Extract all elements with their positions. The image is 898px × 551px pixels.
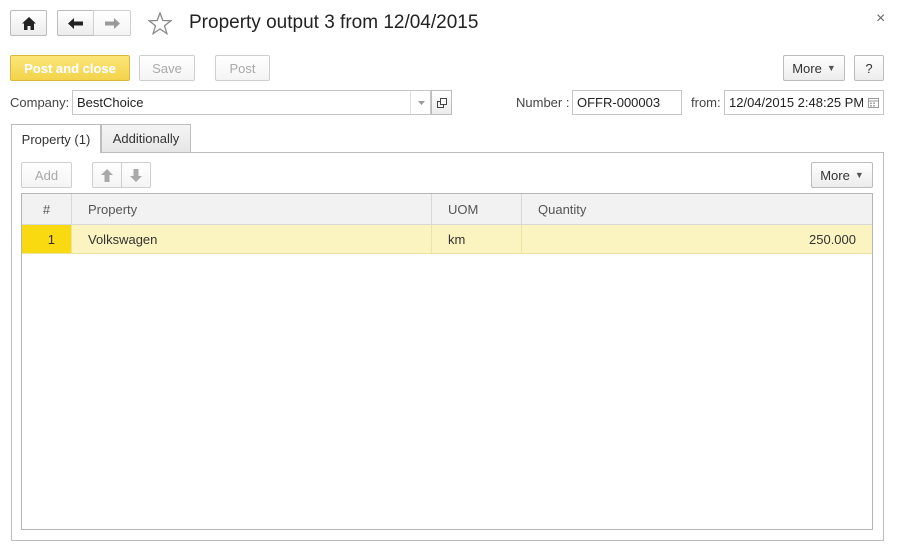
quantity-value: 250.000 [809,231,856,247]
post-and-close-label: Post and close [24,60,116,76]
post-and-close-button[interactable]: Post and close [10,55,130,81]
company-value: BestChoice [77,95,144,110]
table-row[interactable]: 1 Volkswagen km 250.000 [22,225,872,254]
uom-value: km [448,231,466,247]
arrow-up-icon [101,168,113,182]
date-value: 12/04/2015 2:48:25 PM [729,95,864,110]
column-header-uom[interactable]: UOM [432,194,522,225]
number-field[interactable]: OFFR-000003 [572,90,682,115]
property-value: Volkswagen [88,231,158,247]
page-title: Property output 3 from 12/04/2015 [189,12,479,33]
column-header-property-label: Property [88,202,138,217]
chevron-down-icon: ▼ [826,63,836,73]
table-more-label: More [820,167,850,183]
column-header-property[interactable]: Property [72,194,432,225]
add-label: Add [34,167,59,183]
from-label: from: [691,95,721,110]
favorite-star-icon[interactable] [147,11,173,38]
save-button[interactable]: Save [139,55,195,81]
move-down-button[interactable] [121,162,151,188]
arrow-right-icon [104,17,120,29]
open-company-button[interactable] [431,90,452,115]
chevron-down-icon: ▼ [854,170,864,180]
company-field[interactable]: BestChoice [72,90,431,115]
add-button[interactable]: Add [21,162,72,188]
open-window-icon [436,97,447,108]
uom-cell[interactable]: km [432,225,522,253]
arrow-left-icon [68,17,83,29]
row-number-cell[interactable]: 1 [22,225,72,253]
number-value: OFFR-000003 [577,95,661,110]
move-up-button[interactable] [92,162,122,188]
close-icon[interactable]: × [876,10,885,28]
row-number: 1 [47,231,55,247]
company-label: Company: [10,95,70,110]
help-label: ? [865,60,873,76]
table-more-button[interactable]: More ▼ [811,162,873,188]
column-header-quantity-label: Quantity [538,202,587,217]
save-label: Save [152,60,182,76]
table-header: # Property UOM Quantity [22,194,872,225]
company-dropdown-icon[interactable] [410,91,431,114]
property-cell[interactable]: Volkswagen [72,225,432,253]
property-table[interactable]: # Property UOM Quantity 1 Volkswagen km … [21,193,873,530]
tab-additionally[interactable]: Additionally [101,124,191,152]
calendar-icon[interactable] [863,90,884,115]
quantity-cell[interactable]: 250.000 [522,225,872,253]
help-button[interactable]: ? [854,55,884,81]
number-label: Number : [516,95,570,110]
back-button[interactable] [57,10,94,36]
column-header-number[interactable]: # [22,194,72,225]
post-button[interactable]: Post [215,55,270,81]
tab-additionally-label: Additionally [112,131,180,146]
column-header-uom-label: UOM [448,202,479,217]
tab-property[interactable]: Property (1) [11,124,101,153]
column-header-quantity[interactable]: Quantity [522,194,872,225]
column-header-number-label: # [42,202,51,217]
arrow-down-icon [130,168,142,182]
home-icon [21,16,36,30]
more-button[interactable]: More ▼ [783,55,845,81]
home-button[interactable] [10,10,47,36]
more-label: More [792,60,822,76]
post-label: Post [229,60,256,76]
date-field[interactable]: 12/04/2015 2:48:25 PM [724,90,864,115]
forward-button[interactable] [93,10,131,36]
tab-property-label: Property (1) [21,131,91,147]
